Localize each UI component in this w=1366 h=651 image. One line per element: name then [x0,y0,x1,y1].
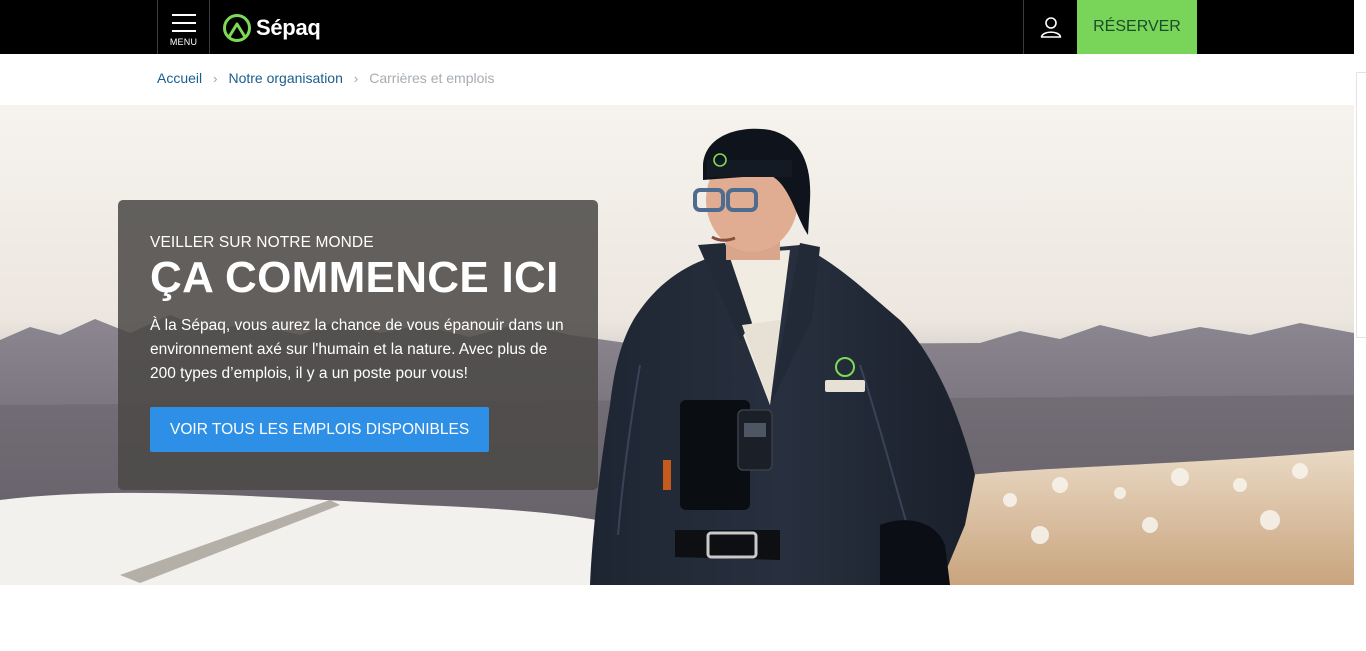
sepaq-mountain-icon [223,14,251,42]
brand-name: Sépaq [256,15,321,40]
view-all-jobs-button[interactable]: VOIR TOUS LES EMPLOIS DISPONIBLES [150,407,490,453]
hamburger-icon [172,14,196,38]
scrollbar-thumb[interactable] [1356,72,1366,338]
hero-title: ÇA COMMENCE ICI [150,253,559,302]
reserve-button[interactable]: RÉSERVER [1077,0,1197,54]
hero-eyebrow: VEILLER SUR NOTRE MONDE [150,234,374,251]
menu-button[interactable]: MENU [157,0,210,54]
hero-card: VEILLER SUR NOTRE MONDE ÇA COMMENCE ICI … [118,200,598,490]
breadcrumb-organisation-link[interactable]: Notre organisation [228,70,342,86]
top-navigation-bar: MENU Sépaq RÉSERVER [0,0,1354,54]
breadcrumb-current: Carrières et emplois [369,70,495,86]
breadcrumb-home-link[interactable]: Accueil [157,70,202,86]
user-icon [1040,17,1061,38]
hero-description: À la Sépaq, vous aurez la chance de vous… [150,317,564,383]
page-scrollbar[interactable] [1354,0,1366,651]
menu-label: MENU [169,37,198,47]
breadcrumb: Accueil › Notre organisation › Carrières… [157,70,495,86]
hero-banner: VEILLER SUR NOTRE MONDE ÇA COMMENCE ICI … [0,105,1354,585]
breadcrumb-separator: › [213,70,218,86]
sepaq-logo[interactable]: Sépaq [222,12,321,44]
breadcrumb-separator: › [353,70,359,86]
account-button[interactable] [1023,0,1077,54]
